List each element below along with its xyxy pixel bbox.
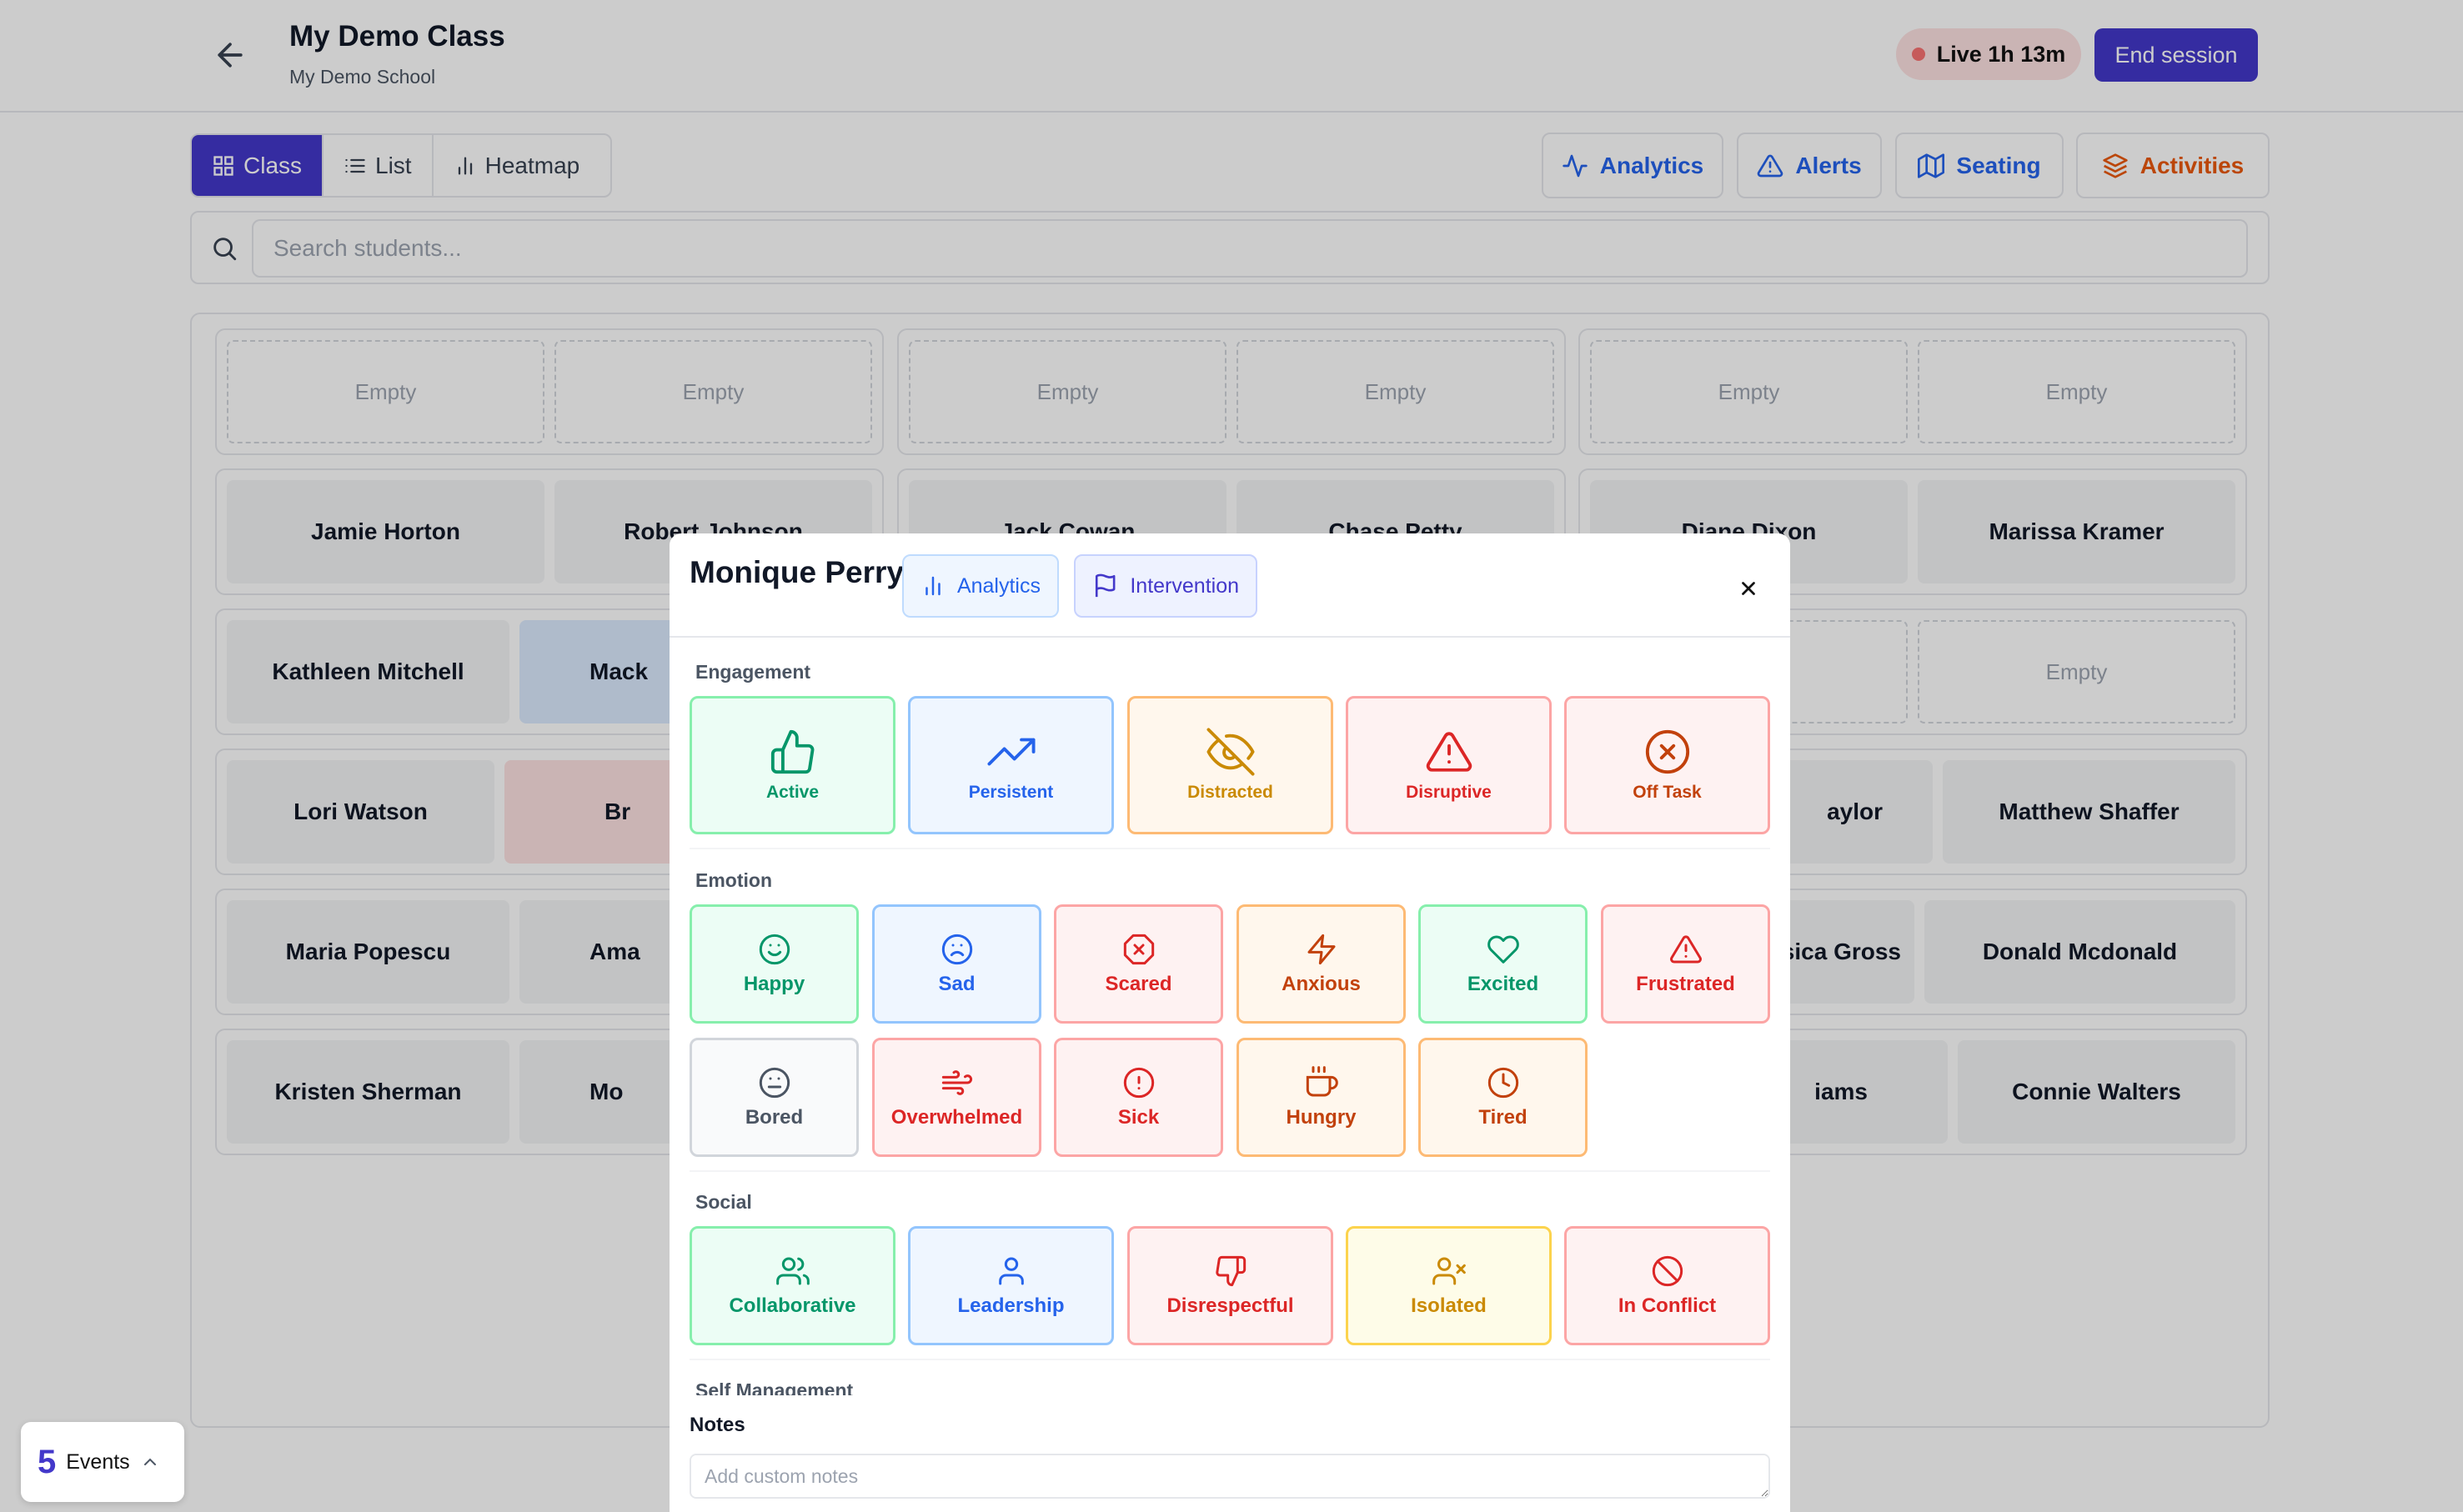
user-icon (998, 1257, 1024, 1284)
social-disrespectful-button[interactable]: Disrespectful (1127, 1226, 1333, 1345)
emotion-tired-button[interactable]: Tired (1418, 1038, 1588, 1157)
engagement-active-button[interactable]: Active (690, 696, 895, 834)
clock-icon (1487, 1067, 1518, 1098)
emotion-hungry-button[interactable]: Hungry (1237, 1038, 1406, 1157)
emotion-scared-button[interactable]: Scared (1054, 904, 1223, 1024)
card-label: Tired (1478, 1105, 1527, 1129)
card-label: Distracted (1187, 783, 1273, 802)
events-count: 5 (38, 1443, 57, 1480)
card-label: Bored (745, 1105, 804, 1129)
alert-circle-icon (1123, 1067, 1154, 1098)
section-emotion: Emotion (695, 869, 772, 891)
card-label: Scared (1105, 972, 1172, 995)
emotion-overwhelmed-button[interactable]: Overwhelmed (872, 1038, 1041, 1157)
trending-up-icon (986, 738, 1036, 766)
emotion-anxious-button[interactable]: Anxious (1237, 904, 1406, 1024)
social-collaborative-button[interactable]: Collaborative (690, 1226, 895, 1345)
engagement-off-task-button[interactable]: Off Task (1564, 696, 1770, 834)
emotion-sick-button[interactable]: Sick (1054, 1038, 1223, 1157)
modal-header: Monique Perry Analytics Intervention (670, 533, 1790, 638)
users-icon (775, 1257, 810, 1284)
section-social: Social (695, 1191, 752, 1213)
card-label: Collaborative (729, 1294, 856, 1317)
notes-input[interactable] (690, 1454, 1770, 1499)
flag-icon (1095, 573, 1116, 598)
card-label: Hungry (1286, 1105, 1357, 1129)
close-button[interactable] (1730, 570, 1767, 607)
card-label: Isolated (1411, 1294, 1487, 1317)
ban-icon (1652, 1255, 1683, 1286)
emotion-frustrated-button[interactable]: Frustrated (1601, 904, 1770, 1024)
notes-label: Notes (690, 1414, 745, 1436)
engagement-disruptive-button[interactable]: Disruptive (1346, 696, 1552, 834)
social-in-conflict-button[interactable]: In Conflict (1564, 1226, 1770, 1345)
events-toggle[interactable]: 5 Events (21, 1422, 184, 1502)
close-icon (1742, 582, 1755, 595)
coffee-icon (1306, 1065, 1338, 1096)
modal-tab-analytics[interactable]: Analytics (902, 554, 1059, 618)
student-modal: Monique Perry Analytics Intervention Eng… (670, 533, 1790, 1512)
card-label: Active (765, 783, 820, 802)
wind-icon (941, 1069, 972, 1095)
modal-tab-intervention[interactable]: Intervention (1074, 554, 1257, 618)
chevron-up-icon (143, 1458, 156, 1465)
bar-chart-icon (926, 576, 941, 596)
divider (690, 848, 1770, 849)
modal-tab-intervention-label: Intervention (1130, 573, 1239, 598)
alert-triangle-icon (1669, 934, 1702, 963)
social-leadership-button[interactable]: Leadership (908, 1226, 1114, 1345)
card-label: Leadership (957, 1294, 1065, 1317)
alert-triangle-icon (1426, 732, 1472, 772)
card-label: Disrespectful (1166, 1294, 1294, 1317)
card-label: Excited (1467, 972, 1539, 995)
card-label: Persistent (968, 783, 1054, 802)
card-label: Happy (743, 972, 805, 995)
x-octagon-icon (1123, 934, 1154, 964)
divider (690, 1359, 1770, 1360)
card-label: Off Task (1633, 783, 1702, 802)
thumbs-down-icon (1215, 1255, 1246, 1286)
student-name: Monique Perry (690, 555, 904, 589)
user-x-icon (1432, 1257, 1466, 1284)
card-label: Disruptive (1406, 783, 1492, 802)
engagement-distracted-button[interactable]: Distracted (1127, 696, 1333, 834)
heart-icon (1487, 934, 1519, 964)
emotion-bored-button[interactable]: Bored (690, 1038, 859, 1157)
notes-section: Notes (670, 1395, 1790, 1512)
card-label: Anxious (1282, 972, 1361, 995)
emotion-excited-button[interactable]: Excited (1418, 904, 1588, 1024)
card-label: In Conflict (1618, 1294, 1717, 1317)
thumbs-up-icon (770, 729, 814, 774)
events-label: Events (66, 1449, 130, 1474)
emotion-sad-button[interactable]: Sad (872, 904, 1041, 1024)
card-label: Sick (1117, 1105, 1160, 1129)
x-circle-icon (1645, 729, 1689, 774)
engagement-persistent-button[interactable]: Persistent (908, 696, 1114, 834)
social-isolated-button[interactable]: Isolated (1346, 1226, 1552, 1345)
card-label: Frustrated (1636, 972, 1735, 995)
frown-icon (941, 934, 972, 964)
divider (690, 1170, 1770, 1172)
card-label: Overwhelmed (890, 1105, 1023, 1129)
modal-tab-analytics-label: Analytics (956, 573, 1041, 598)
section-engagement: Engagement (695, 661, 811, 683)
zap-icon (1307, 934, 1335, 964)
smile-icon (759, 934, 790, 964)
modal-body: Engagement Active Persistent Distracted … (670, 639, 1790, 1501)
eye-off-icon (1206, 728, 1255, 776)
card-label: Sad (938, 972, 976, 995)
emotion-happy-button[interactable]: Happy (690, 904, 859, 1024)
meh-icon (759, 1067, 790, 1098)
